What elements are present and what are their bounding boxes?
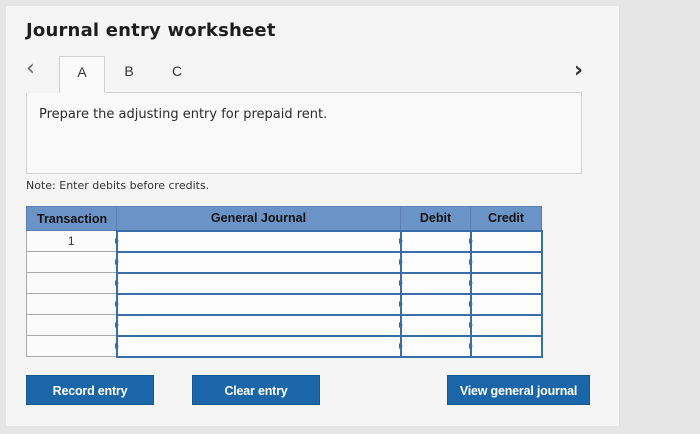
header-general-journal: General Journal: [116, 206, 401, 231]
credit-input[interactable]: [469, 334, 543, 358]
journal-table: Transaction General Journal Debit Credit…: [26, 206, 543, 358]
transaction-cell: 1: [26, 230, 117, 252]
next-arrow-icon[interactable]: ›: [574, 58, 594, 84]
credit-input[interactable]: [469, 250, 543, 274]
record-entry-button[interactable]: Record entry: [26, 375, 154, 405]
credit-input[interactable]: [469, 271, 543, 295]
table-row: [26, 334, 543, 358]
debit-input[interactable]: [399, 229, 472, 253]
previous-arrow-icon[interactable]: ‹: [26, 56, 46, 82]
debit-input[interactable]: [399, 313, 472, 337]
tab-c[interactable]: C: [154, 56, 200, 93]
table-row: 1: [26, 229, 543, 253]
credit-input[interactable]: [469, 313, 543, 337]
credit-input[interactable]: [469, 292, 543, 316]
debit-input[interactable]: [399, 271, 472, 295]
prompt-box: Prepare the adjusting entry for prepaid …: [26, 93, 582, 174]
transaction-cell: [26, 335, 117, 357]
account-input[interactable]: [115, 250, 402, 274]
credit-input[interactable]: [469, 229, 543, 253]
clear-entry-button[interactable]: Clear entry: [192, 375, 320, 405]
table-row: [26, 313, 543, 337]
prompt-text: Prepare the adjusting entry for prepaid …: [39, 107, 328, 122]
account-input[interactable]: [115, 229, 402, 253]
tab-b[interactable]: B: [106, 56, 152, 93]
table-row: [26, 271, 543, 295]
header-debit: Debit: [400, 206, 471, 231]
tab-a[interactable]: A: [59, 56, 105, 93]
transaction-cell: [26, 272, 117, 294]
table-row: [26, 250, 543, 274]
table-header-row: Transaction General Journal Debit Credit: [26, 206, 542, 231]
transaction-cell: [26, 293, 117, 315]
header-credit: Credit: [470, 206, 542, 231]
view-general-journal-button[interactable]: View general journal: [447, 375, 590, 405]
account-input[interactable]: [115, 313, 402, 337]
transaction-cell: [26, 251, 117, 273]
page-title: Journal entry worksheet: [26, 20, 276, 41]
account-input[interactable]: [115, 271, 402, 295]
note-text: Note: Enter debits before credits.: [26, 179, 210, 192]
table-row: [26, 292, 543, 316]
account-input[interactable]: [115, 334, 402, 358]
debit-input[interactable]: [399, 250, 472, 274]
debit-input[interactable]: [399, 334, 472, 358]
debit-input[interactable]: [399, 292, 472, 316]
account-input[interactable]: [115, 292, 402, 316]
transaction-cell: [26, 314, 117, 336]
header-transaction: Transaction: [26, 206, 117, 231]
